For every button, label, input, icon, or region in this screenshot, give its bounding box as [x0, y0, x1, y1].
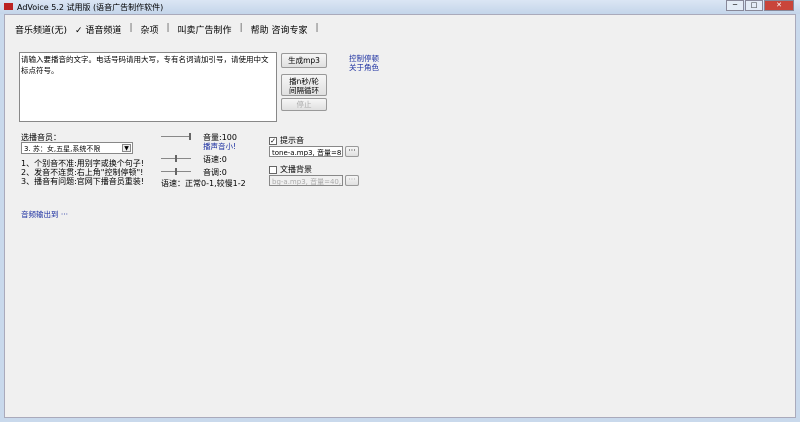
voice-selected: 3. 苏：女,五星,系统不限: [24, 145, 101, 153]
menu-bar: 音乐频道(无) ✓ 语音频道 | 杂项 | 叫卖广告制作 | 帮助 咨询专家 |: [15, 23, 319, 36]
menu-separator: |: [129, 23, 133, 33]
tip-item: 3、播音有问题:官网下播音员重装!: [21, 177, 144, 186]
background-checkbox[interactable]: 文播背景: [269, 164, 312, 175]
about-roles-link[interactable]: 关于角色: [349, 62, 379, 73]
tip-item: 1、个别音不准:用别字或换个句子!: [21, 159, 144, 168]
prompt-sound-field[interactable]: tone-a.mp3, 音量=8: [269, 146, 343, 157]
app-icon: [4, 3, 13, 10]
prompt-sound-label: 提示音: [280, 136, 304, 145]
menu-voice-channel[interactable]: ✓ 语音频道: [75, 23, 121, 36]
background-browse-button: ···: [345, 175, 359, 186]
volume-slider[interactable]: [161, 133, 191, 142]
pitch-label: 音调:0: [203, 168, 227, 177]
checkbox-checked-icon[interactable]: ✓: [269, 136, 277, 145]
minimize-button[interactable]: ─: [726, 0, 744, 11]
voice-select[interactable]: 3. 苏：女,五星,系统不限 ▼: [21, 142, 133, 154]
menu-music-channel[interactable]: 音乐频道(无): [15, 23, 67, 36]
speed-label: 语速:0: [203, 155, 227, 164]
menu-separator: |: [239, 23, 243, 33]
speed-slider[interactable]: [161, 155, 191, 164]
text-input[interactable]: 请输入要播音的文字。电话号码请用大写，专有名词请加引号，请使用中文标点符号。: [19, 52, 277, 122]
audio-output-link[interactable]: 音频输出到 ···: [21, 209, 68, 220]
menu-separator: |: [315, 23, 319, 33]
menu-ad-making[interactable]: 叫卖广告制作: [178, 23, 232, 36]
prompt-browse-button[interactable]: ···: [345, 146, 359, 157]
pitch-slider[interactable]: [161, 168, 191, 177]
loop-play-button[interactable]: 播n秒/轮 间隔循环: [281, 74, 327, 96]
tip-item: 2、发音不连贯:右上角"控制停顿"!: [21, 168, 144, 177]
title-bar: AdVoice 5.2 试用版 (语音广告制作软件) ─ □ ✕: [0, 0, 800, 14]
background-label: 文播背景: [280, 165, 312, 174]
menu-separator: |: [166, 23, 170, 33]
generate-mp3-button[interactable]: 生成mp3: [281, 53, 327, 68]
stop-button: 停止: [281, 98, 327, 111]
chevron-down-icon[interactable]: ▼: [122, 144, 131, 152]
maximize-button[interactable]: □: [745, 0, 763, 11]
volume-low-link[interactable]: 播声音小!: [203, 141, 236, 152]
background-field: bg-a.mp3, 音量=40,: [269, 175, 343, 186]
menu-misc[interactable]: 杂项: [140, 23, 158, 36]
prompt-sound-checkbox[interactable]: ✓ 提示音: [269, 135, 304, 146]
main-window: 音乐频道(无) ✓ 语音频道 | 杂项 | 叫卖广告制作 | 帮助 咨询专家 |…: [4, 14, 796, 418]
speed-note: 语速：正常0-1,较慢1-2: [161, 179, 246, 188]
checkbox-unchecked-icon[interactable]: [269, 165, 277, 174]
window-title: AdVoice 5.2 试用版 (语音广告制作软件): [17, 3, 164, 12]
menu-help[interactable]: 帮助 咨询专家: [251, 23, 308, 36]
close-button[interactable]: ✕: [764, 0, 794, 11]
tips-list: 1、个别音不准:用别字或换个句子! 2、发音不连贯:右上角"控制停顿"! 3、播…: [21, 159, 144, 186]
